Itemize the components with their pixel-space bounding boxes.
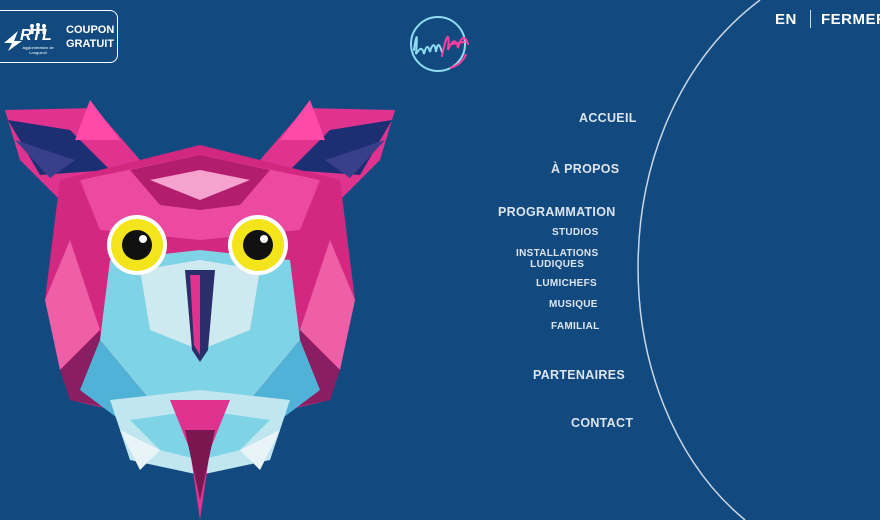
coupon-label: COUPON GRATUIT [66, 23, 114, 51]
nav-accueil[interactable]: ACCUEIL [579, 111, 637, 125]
nav-lumichefs[interactable]: LUMICHEFS [536, 278, 597, 289]
nav-contact[interactable]: CONTACT [571, 416, 633, 430]
header-divider [810, 10, 811, 28]
nav-familial[interactable]: FAMILIAL [551, 321, 600, 332]
language-toggle[interactable]: EN [775, 11, 797, 28]
nav-installations-line1: INSTALLATIONS [516, 248, 599, 259]
rtl-brand-subtitle: Agglomération de Longueuil [22, 45, 54, 55]
lumifest-logo-icon[interactable] [402, 10, 478, 78]
nav-studios[interactable]: STUDIOS [552, 227, 599, 238]
coupon-label-line2: GRATUIT [66, 38, 115, 50]
nav-programmation[interactable]: PROGRAMMATION [498, 205, 616, 219]
coupon-button[interactable]: RTL Agglomération de Longueuil COUPON GR… [0, 10, 118, 63]
rtl-brand: RTL [20, 27, 53, 44]
nav-apropos[interactable]: À PROPOS [551, 162, 619, 176]
owl-illustration-icon [5, 100, 395, 520]
close-menu-button[interactable]: FERMER [821, 11, 880, 28]
nav-installations-line2: LUDIQUES [530, 259, 585, 270]
coupon-label-line1: COUPON [66, 24, 115, 36]
nav-musique[interactable]: MUSIQUE [549, 299, 598, 310]
nav-installations-ludiques[interactable]: INSTALLATIONS LUDIQUES [516, 248, 598, 270]
nav-partenaires[interactable]: PARTENAIRES [533, 368, 625, 382]
